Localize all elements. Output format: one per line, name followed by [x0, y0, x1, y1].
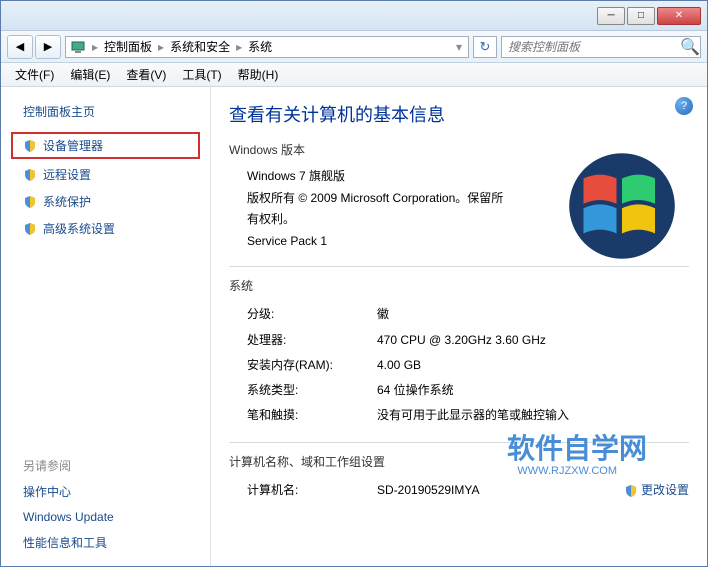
- shield-icon: [23, 222, 37, 236]
- nav-buttons: ◀ ▶: [7, 35, 61, 59]
- minimize-button[interactable]: ─: [597, 7, 625, 25]
- divider: [229, 266, 689, 267]
- pen-value: 没有可用于此显示器的笔或触控输入: [377, 406, 689, 425]
- change-settings-label: 更改设置: [641, 481, 689, 500]
- window-controls: ─ □ ✕: [597, 7, 701, 25]
- breadcrumb-sep: ▸: [156, 40, 166, 54]
- main-panel: ? 查看有关计算机的基本信息 Windows 版本 Windows 7 旗舰版 …: [211, 87, 707, 566]
- type-value: 64 位操作系统: [377, 381, 689, 400]
- computer-icon: [70, 39, 86, 55]
- cpu-label: 处理器:: [247, 331, 377, 350]
- shield-icon: [23, 168, 37, 182]
- sidebar-link-windows-update[interactable]: Windows Update: [1, 505, 210, 529]
- copyright-text: 版权所有 © 2009 Microsoft Corporation。保留所有权利…: [247, 188, 509, 231]
- sidebar-home-link[interactable]: 控制面板主页: [1, 97, 210, 130]
- window: ─ □ ✕ ◀ ▶ ▸ 控制面板 ▸ 系统和安全 ▸ 系统 ▾ ↻ 🔍 文件(F…: [0, 0, 708, 567]
- menu-bar: 文件(F) 编辑(E) 查看(V) 工具(T) 帮助(H): [1, 63, 707, 87]
- search-input[interactable]: [502, 40, 680, 54]
- menu-tools[interactable]: 工具(T): [174, 63, 229, 86]
- sidebar-item-label: 系统保护: [43, 193, 91, 210]
- computer-name-label: 计算机名:: [247, 481, 377, 500]
- edition-block: Windows 7 旗舰版 版权所有 © 2009 Microsoft Corp…: [229, 166, 509, 252]
- sidebar-item-advanced[interactable]: 高级系统设置: [1, 215, 210, 242]
- sidebar-item-label: 高级系统设置: [43, 220, 115, 237]
- service-pack: Service Pack 1: [247, 231, 509, 253]
- sidebar-link-performance[interactable]: 性能信息和工具: [1, 529, 210, 556]
- row-type: 系统类型: 64 位操作系统: [229, 378, 689, 403]
- breadcrumb-seg-control-panel[interactable]: 控制面板: [100, 38, 156, 55]
- menu-edit[interactable]: 编辑(E): [62, 63, 118, 86]
- breadcrumb-seg-security[interactable]: 系统和安全: [166, 38, 234, 55]
- row-ram: 安装内存(RAM): 4.00 GB: [229, 353, 689, 378]
- breadcrumb-sep: ▸: [90, 40, 100, 54]
- back-button[interactable]: ◀: [7, 35, 33, 59]
- rating-label: 分级:: [247, 305, 377, 324]
- close-button[interactable]: ✕: [657, 7, 701, 25]
- sidebar: 控制面板主页 设备管理器 远程设置 系统保护 高级系统设置 另请参阅 操作中心 …: [1, 87, 211, 566]
- divider: [229, 442, 689, 443]
- titlebar: ─ □ ✕: [1, 1, 707, 31]
- edition-value: Windows 7 旗舰版: [247, 166, 509, 188]
- breadcrumb-sep: ▸: [234, 40, 244, 54]
- page-title: 查看有关计算机的基本信息: [229, 101, 689, 127]
- content-area: 控制面板主页 设备管理器 远程设置 系统保护 高级系统设置 另请参阅 操作中心 …: [1, 87, 707, 566]
- pen-label: 笔和触摸:: [247, 406, 377, 425]
- sidebar-item-device-manager[interactable]: 设备管理器: [11, 132, 200, 159]
- maximize-button[interactable]: □: [627, 7, 655, 25]
- ram-label: 安装内存(RAM):: [247, 356, 377, 375]
- menu-file[interactable]: 文件(F): [7, 63, 62, 86]
- sidebar-item-remote[interactable]: 远程设置: [1, 161, 210, 188]
- shield-icon: [23, 195, 37, 209]
- search-box: 🔍: [501, 36, 701, 58]
- change-settings-link[interactable]: 更改设置: [624, 481, 689, 500]
- help-icon[interactable]: ?: [675, 97, 693, 115]
- address-bar: ◀ ▶ ▸ 控制面板 ▸ 系统和安全 ▸ 系统 ▾ ↻ 🔍: [1, 31, 707, 63]
- section-computer-name: 计算机名称、域和工作组设置: [229, 453, 689, 470]
- windows-logo: [567, 151, 677, 261]
- row-rating: 分级: 徽: [229, 302, 689, 327]
- dropdown-icon[interactable]: ▾: [454, 40, 464, 54]
- breadcrumb[interactable]: ▸ 控制面板 ▸ 系统和安全 ▸ 系统 ▾: [65, 36, 469, 58]
- sidebar-item-label: 设备管理器: [43, 137, 103, 154]
- type-label: 系统类型:: [247, 381, 377, 400]
- section-system: 系统: [229, 277, 689, 294]
- refresh-button[interactable]: ↻: [473, 36, 497, 58]
- row-cpu: 处理器: 470 CPU @ 3.20GHz 3.60 GHz: [229, 328, 689, 353]
- breadcrumb-seg-system[interactable]: 系统: [244, 38, 276, 55]
- ram-value: 4.00 GB: [377, 356, 689, 375]
- menu-help[interactable]: 帮助(H): [230, 63, 287, 86]
- forward-button[interactable]: ▶: [35, 35, 61, 59]
- cpu-value: 470 CPU @ 3.20GHz 3.60 GHz: [377, 331, 689, 350]
- sidebar-see-also: 另请参阅: [1, 447, 210, 478]
- row-pen: 笔和触摸: 没有可用于此显示器的笔或触控输入: [229, 403, 689, 428]
- menu-view[interactable]: 查看(V): [118, 63, 174, 86]
- shield-icon: [23, 139, 37, 153]
- rating-value: 徽: [377, 305, 689, 324]
- shield-icon: [624, 484, 638, 498]
- sidebar-item-protection[interactable]: 系统保护: [1, 188, 210, 215]
- computer-name-value: SD-20190529IMYA: [377, 481, 480, 500]
- row-computer-name: 计算机名: SD-20190529IMYA 更改设置: [229, 478, 689, 503]
- search-icon[interactable]: 🔍: [680, 37, 700, 57]
- sidebar-item-label: 远程设置: [43, 166, 91, 183]
- sidebar-link-action-center[interactable]: 操作中心: [1, 478, 210, 505]
